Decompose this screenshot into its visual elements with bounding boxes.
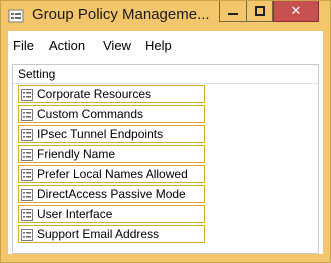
setting-icon — [21, 208, 33, 221]
setting-icon — [21, 228, 33, 241]
menu-help[interactable]: Help — [145, 38, 172, 53]
list-item[interactable]: Custom Commands — [18, 105, 205, 123]
menu-bar: File Action View Help — [8, 31, 323, 58]
list-item-label: Corporate Resources — [37, 87, 152, 101]
list-item-label: Custom Commands — [37, 107, 144, 121]
column-header-label: Setting — [18, 67, 56, 81]
maximize-button[interactable] — [246, 1, 273, 22]
minimize-button[interactable] — [219, 1, 246, 22]
minimize-icon — [228, 13, 238, 15]
menu-file[interactable]: File — [13, 38, 34, 53]
gpme-window: Group Policy Manageme... ✕ File Action V… — [0, 0, 331, 263]
list-item[interactable]: Corporate Resources — [18, 85, 205, 103]
list-item-label: Prefer Local Names Allowed — [37, 167, 188, 181]
client-area: File Action View Help Setting Corporate … — [8, 31, 323, 254]
menu-action[interactable]: Action — [49, 38, 85, 53]
column-header-setting[interactable]: Setting — [13, 65, 318, 84]
list-item-label: Support Email Address — [37, 227, 160, 241]
list-item[interactable]: User Interface — [18, 205, 205, 223]
setting-icon — [21, 188, 33, 201]
close-icon: ✕ — [290, 3, 302, 18]
close-button[interactable]: ✕ — [273, 1, 319, 22]
title-bar[interactable]: Group Policy Manageme... ✕ — [1, 1, 330, 31]
list-item-label: DirectAccess Passive Mode — [37, 187, 186, 201]
setting-icon — [21, 168, 33, 181]
list-item[interactable]: DirectAccess Passive Mode — [18, 185, 205, 203]
setting-icon — [21, 148, 33, 161]
list-item-label: User Interface — [37, 207, 113, 221]
list-item[interactable]: Friendly Name — [18, 145, 205, 163]
settings-list[interactable]: Setting Corporate Resources Custom Comma… — [12, 64, 319, 254]
maximize-icon — [254, 6, 265, 16]
list-item[interactable]: Support Email Address — [18, 225, 205, 243]
setting-icon — [21, 108, 33, 121]
menu-view[interactable]: View — [103, 38, 131, 53]
setting-icon — [21, 88, 33, 101]
setting-icon — [21, 128, 33, 141]
list-item[interactable]: Prefer Local Names Allowed — [18, 165, 205, 183]
window-title: Group Policy Manageme... — [32, 6, 210, 23]
list-item[interactable]: IPsec Tunnel Endpoints — [18, 125, 205, 143]
list-item-label: IPsec Tunnel Endpoints — [37, 127, 164, 141]
group-policy-app-icon — [8, 8, 24, 24]
list-item-label: Friendly Name — [37, 147, 116, 161]
